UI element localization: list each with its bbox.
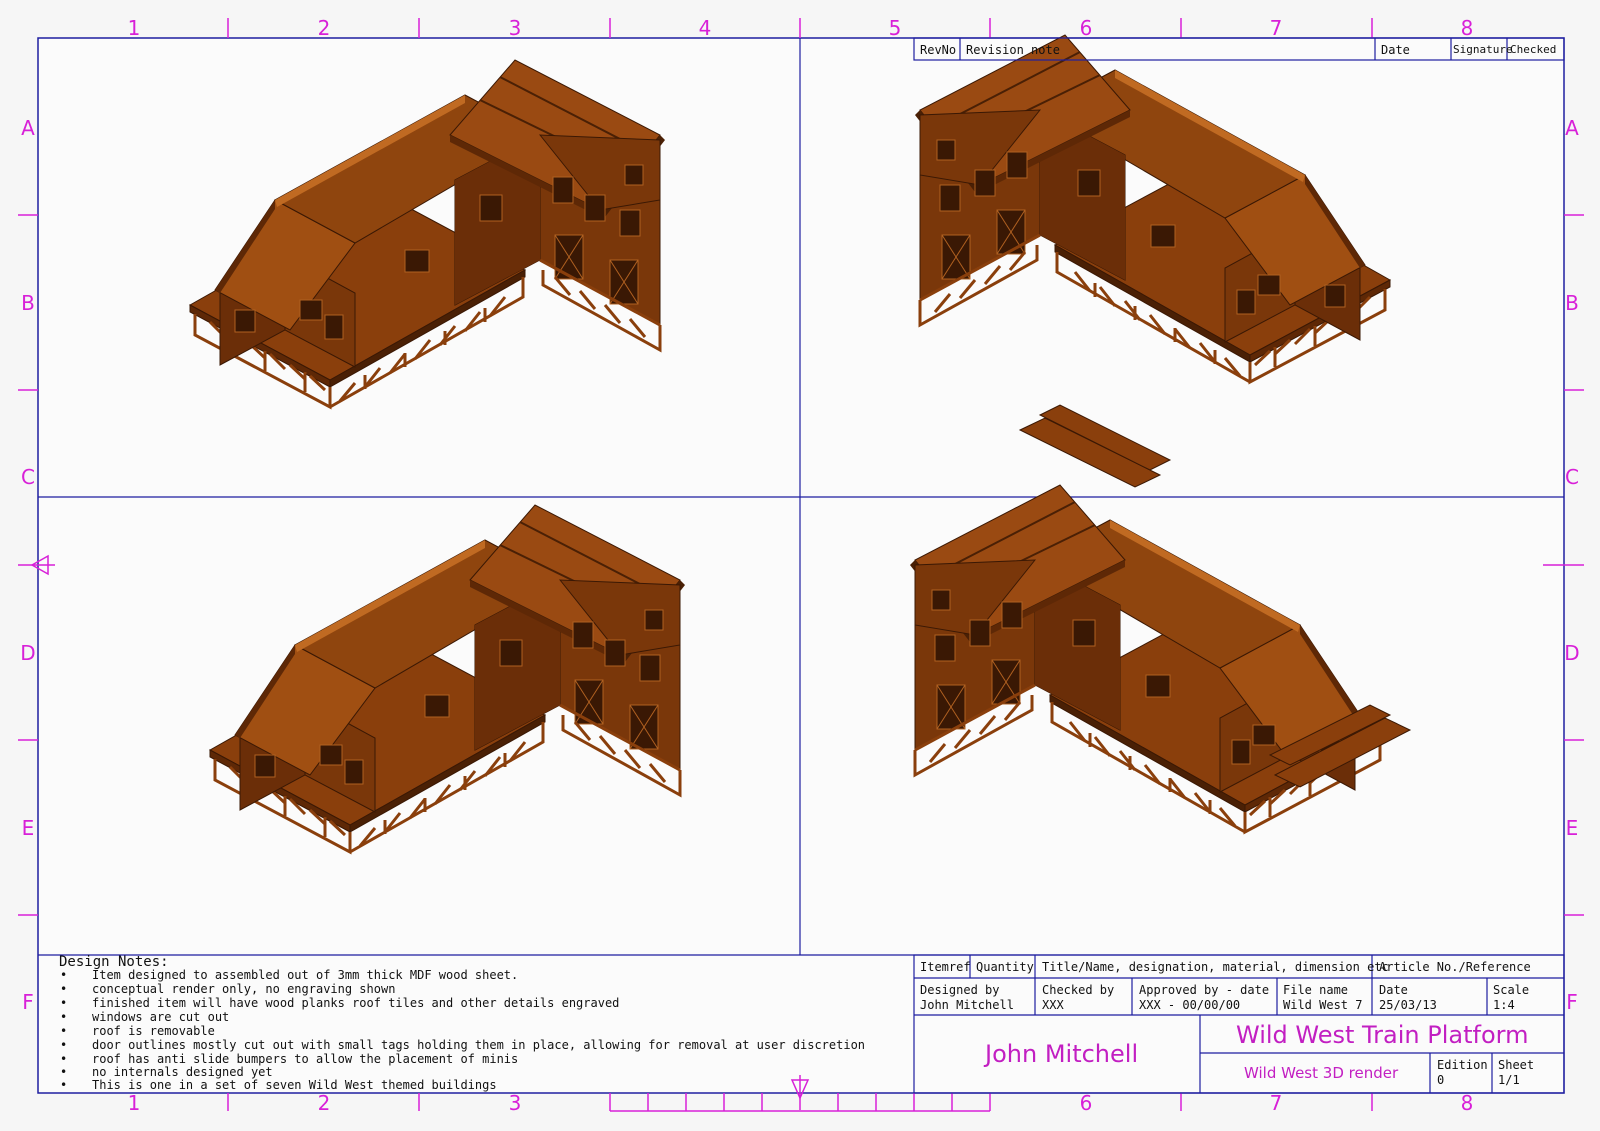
checked-by-label: Checked by [1042, 983, 1115, 997]
zone-row-b-right: B [1565, 291, 1579, 315]
revision-signature-header: Signature [1453, 43, 1513, 56]
file-name-label: File name [1283, 983, 1349, 997]
title-designation-header: Title/Name, designation, material, dimen… [1042, 960, 1389, 974]
approved-by-value: XXX - 00/00/00 [1139, 998, 1241, 1012]
zone-col-1-top: 1 [127, 16, 141, 40]
edition-label: Edition [1437, 1058, 1488, 1072]
title-article-header: Article No./Reference [1379, 960, 1531, 974]
zone-row-c-right: C [1565, 465, 1579, 489]
design-note: • This is one in a set of seven Wild West… [60, 1078, 497, 1092]
zone-col-7-bottom: 7 [1269, 1091, 1283, 1115]
sheet-value: 1/1 [1498, 1073, 1520, 1087]
zone-row-e-left: E [21, 816, 35, 840]
zone-row-f-left: F [22, 990, 34, 1014]
file-name-value: Wild West 7 [1283, 998, 1363, 1012]
zone-col-3-bottom: 3 [508, 1091, 522, 1115]
revision-note-header: Revision note [966, 43, 1060, 57]
zone-row-e-right: E [1565, 816, 1579, 840]
zone-col-3-top: 3 [508, 16, 522, 40]
zone-col-7-top: 7 [1269, 16, 1283, 40]
design-note: • Item designed to assembled out of 3mm t… [60, 968, 519, 982]
drawing-title: Wild West Train Platform [1236, 1021, 1529, 1049]
zone-col-8-bottom: 8 [1460, 1091, 1474, 1115]
zone-row-c-left: C [21, 465, 35, 489]
zone-col-5-top: 5 [888, 16, 902, 40]
approved-by-label: Approved by - date [1139, 983, 1270, 997]
zone-row-b-left: B [21, 291, 35, 315]
zone-row-d-right: D [1564, 641, 1580, 665]
zone-col-2-bottom: 2 [317, 1091, 331, 1115]
zone-row-d-left: D [20, 641, 36, 665]
zone-col-4-top: 4 [698, 16, 712, 40]
edition-value: 0 [1437, 1073, 1445, 1087]
scale-value: 1:4 [1493, 998, 1515, 1012]
zone-col-8-top: 8 [1460, 16, 1474, 40]
designed-by-label: Designed by [920, 983, 1000, 997]
scale-label: Scale [1493, 983, 1530, 997]
revision-date-header: Date [1381, 43, 1410, 57]
design-note: • windows are cut out [60, 1010, 230, 1024]
revision-checked-header: Checked [1510, 43, 1557, 56]
zone-row-f-right: F [1566, 990, 1578, 1014]
design-note: • finished item will have wood planks roo… [60, 996, 620, 1010]
title-itemref-header: Itemref [920, 960, 971, 974]
revision-revno-header: RevNo [920, 43, 957, 57]
zone-col-6-bottom: 6 [1079, 1091, 1093, 1115]
sheet-label: Sheet [1498, 1058, 1535, 1072]
author-signature: John Mitchell [985, 1040, 1139, 1068]
design-note: • roof is removable [60, 1024, 215, 1038]
date-label: Date [1379, 983, 1408, 997]
title-quantity-header: Quantity [976, 960, 1034, 974]
zone-col-1-bottom: 1 [127, 1091, 141, 1115]
date-value: 25/03/13 [1379, 998, 1437, 1012]
drawing-subtitle: Wild West 3D render [1244, 1064, 1399, 1082]
checked-by-value: XXX [1042, 998, 1064, 1012]
design-note: • door outlines mostly cut out with small… [60, 1038, 866, 1052]
zone-col-6-top: 6 [1079, 16, 1093, 40]
designed-by-value: John Mitchell [920, 998, 1014, 1012]
zone-col-2-top: 2 [317, 16, 331, 40]
zone-row-a-right: A [1565, 116, 1579, 140]
design-note: • conceptual render only, no engraving sh… [60, 982, 396, 996]
drawing-border [37, 37, 1565, 1094]
zone-row-a-left: A [21, 116, 35, 140]
